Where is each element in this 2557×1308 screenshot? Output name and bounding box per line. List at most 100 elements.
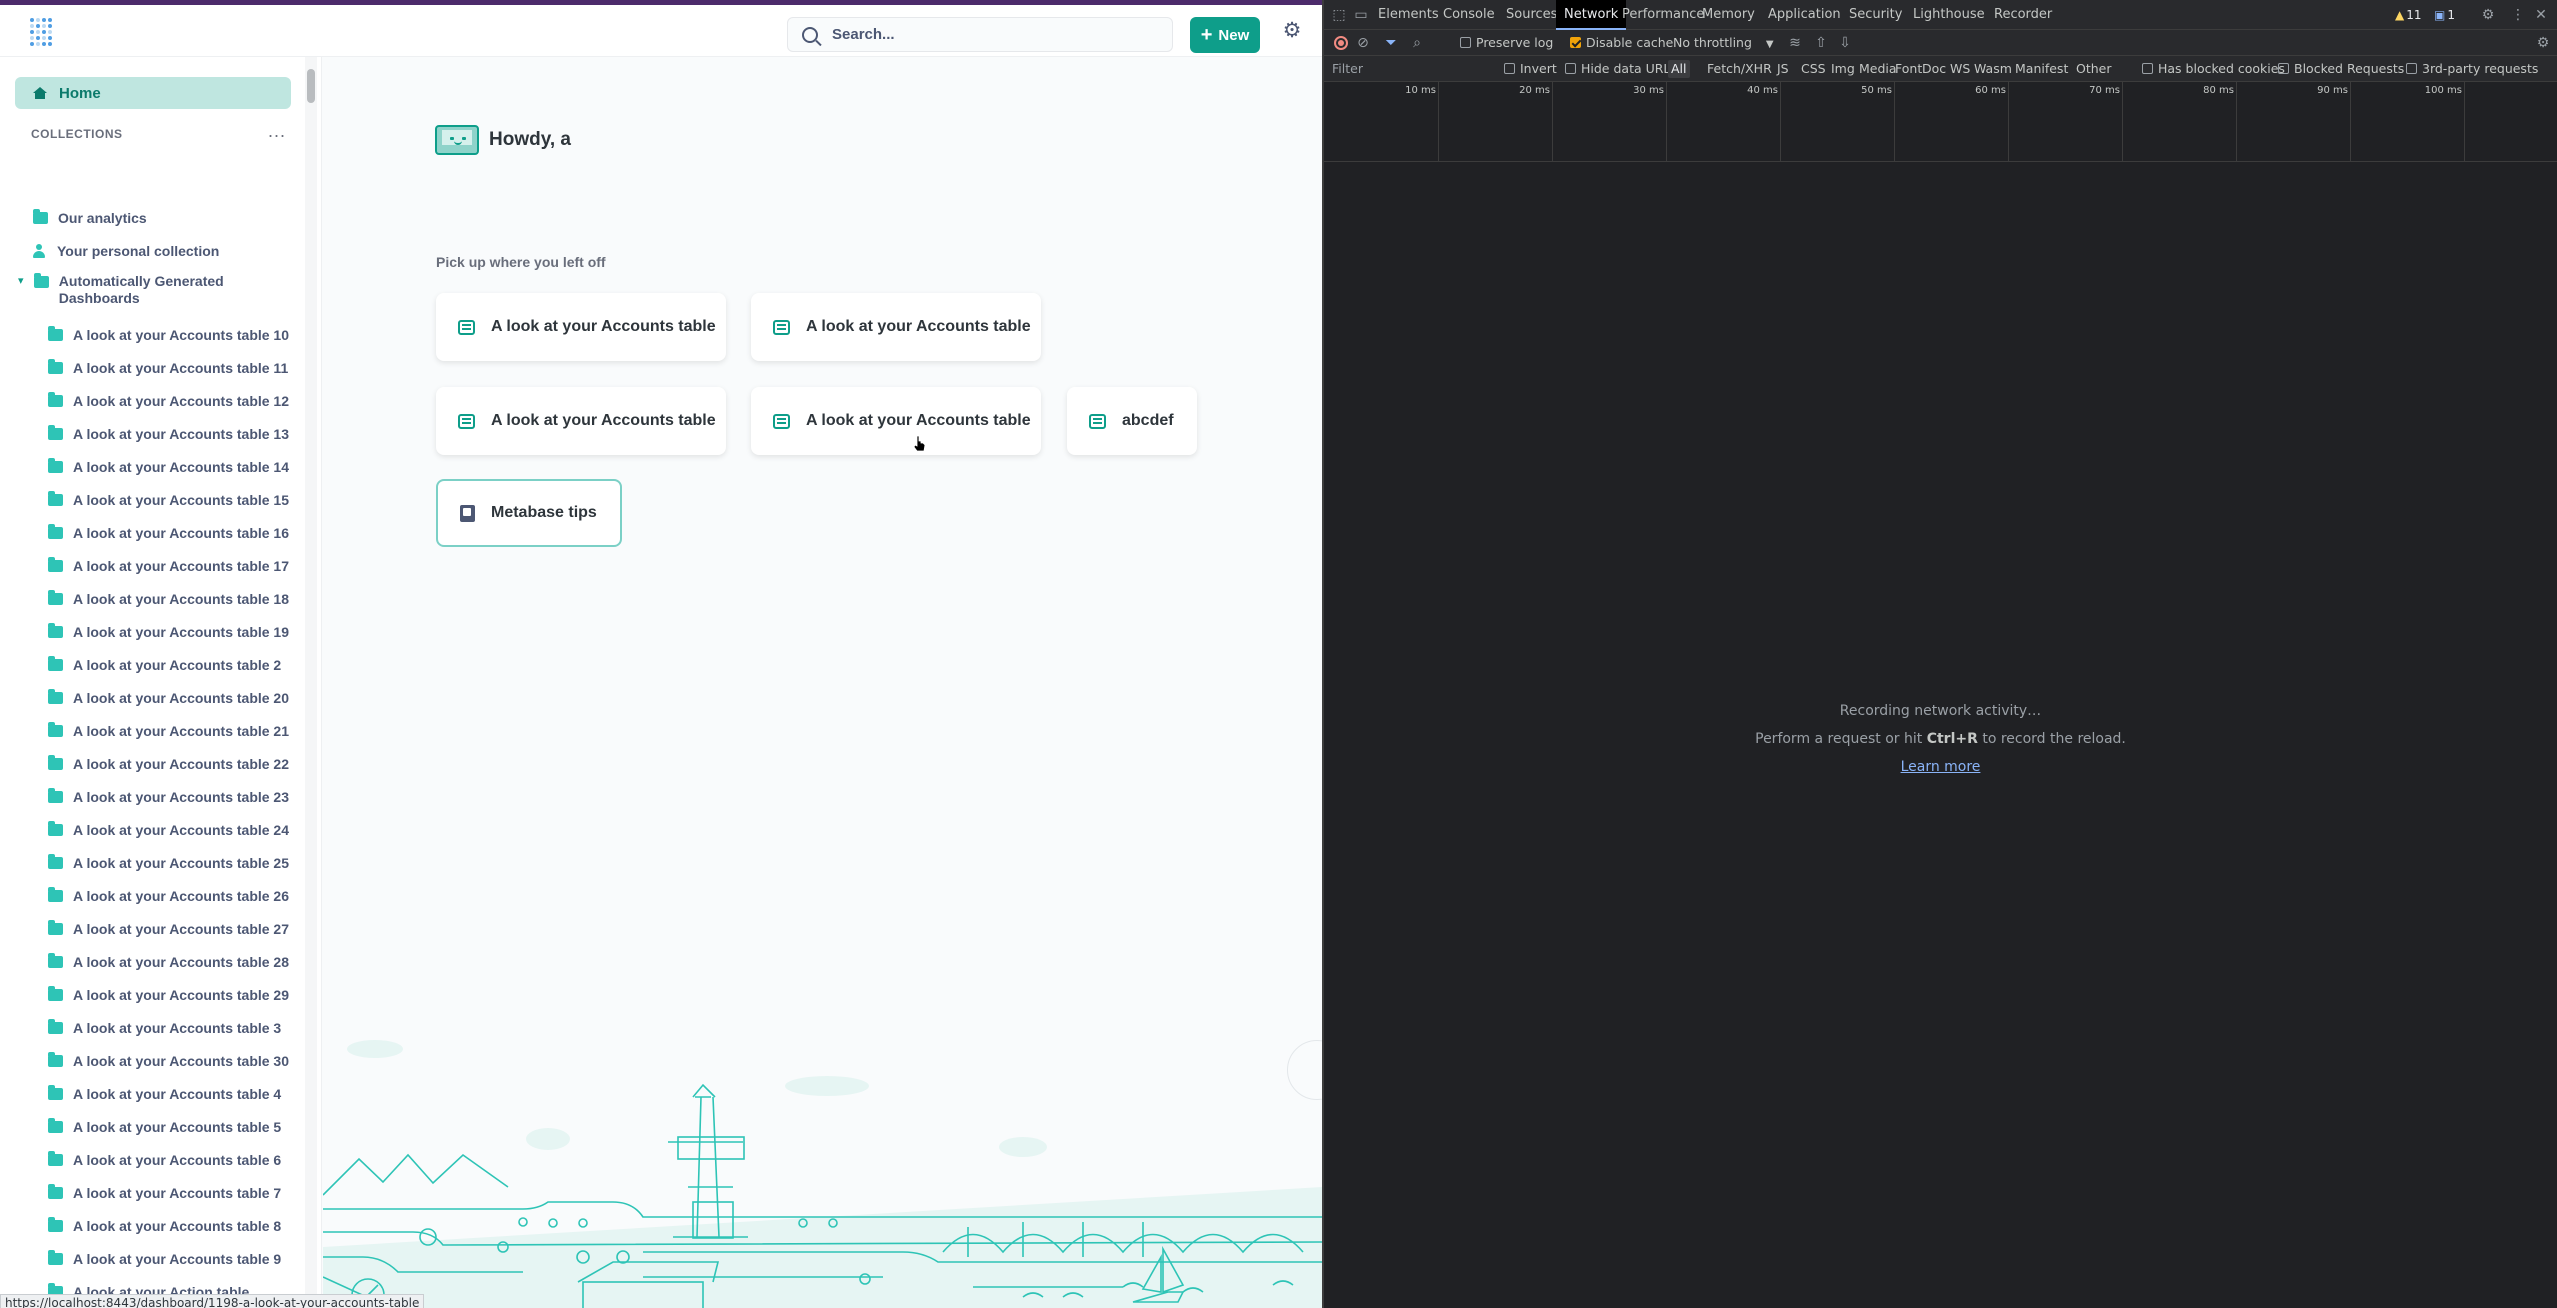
sidebar-dashboard-item[interactable]: A look at your Accounts table 14 — [48, 453, 289, 481]
sidebar-item-label: Your personal collection — [57, 243, 220, 259]
type-filter-wasm[interactable]: Wasm — [1971, 60, 2015, 78]
sidebar-dashboard-item[interactable]: A look at your Accounts table 21 — [48, 717, 289, 745]
reload-shortcut: Ctrl+R — [1926, 731, 1978, 747]
sidebar-scrollbar-thumb[interactable] — [307, 69, 315, 103]
timeline-tick-label: 70 ms — [2089, 85, 2120, 96]
sidebar-dashboard-item[interactable]: A look at your Accounts table 27 — [48, 915, 289, 943]
sidebar-dashboard-item[interactable]: A look at your Accounts table 23 — [48, 783, 289, 811]
chevron-down-icon[interactable]: ▾ — [18, 273, 27, 290]
type-filter-js[interactable]: JS — [1774, 60, 1792, 78]
tab-lighthouse[interactable]: Lighthouse — [1905, 0, 1993, 30]
search-input[interactable]: Search... — [787, 17, 1173, 52]
preserve-log-checkbox[interactable]: Preserve log — [1460, 30, 1553, 56]
sidebar-dashboard-item[interactable]: A look at your Accounts table 8 — [48, 1212, 281, 1240]
sidebar-item-label: A look at your Accounts table 6 — [73, 1152, 282, 1168]
type-filter-other[interactable]: Other — [2073, 60, 2115, 78]
record-icon[interactable] — [1334, 36, 1348, 50]
sidebar-dashboard-item[interactable]: A look at your Accounts table 15 — [48, 486, 289, 514]
sidebar-dashboard-item[interactable]: A look at your Accounts table 17 — [48, 552, 289, 580]
sidebar-dashboard-item[interactable]: A look at your Accounts table 11 — [48, 354, 288, 382]
sidebar-dashboard-item[interactable]: A look at your Accounts table 18 — [48, 585, 289, 613]
sidebar-dashboard-item[interactable]: A look at your Accounts table 24 — [48, 816, 289, 844]
sidebar-dashboard-item[interactable]: A look at your Accounts table 22 — [48, 750, 289, 778]
filter-input[interactable]: Filter — [1332, 60, 1497, 78]
recent-dashboard-card[interactable]: A look at your Accounts table — [436, 387, 726, 455]
export-har-icon[interactable]: ⇩ — [1836, 34, 1854, 52]
sidebar-scrollbar-track[interactable] — [305, 57, 317, 1307]
type-filter-fetch-xhr[interactable]: Fetch/XHR — [1704, 60, 1775, 78]
sidebar-dashboard-item[interactable]: A look at your Accounts table 26 — [48, 882, 289, 910]
type-filter-manifest[interactable]: Manifest — [2012, 60, 2071, 78]
tab-console[interactable]: Console — [1435, 0, 1503, 30]
invert-checkbox[interactable]: Invert — [1504, 56, 1557, 82]
sidebar-item-personal-collection[interactable]: Your personal collection — [33, 237, 219, 265]
sidebar-dashboard-item[interactable]: A look at your Accounts table 28 — [48, 948, 289, 976]
import-har-icon[interactable]: ⇧ — [1812, 34, 1830, 52]
search-icon[interactable]: ⌕ — [1408, 34, 1426, 52]
sidebar-dashboard-item[interactable]: A look at your Accounts table 5 — [48, 1113, 281, 1141]
sidebar-item-label: A look at your Accounts table 18 — [73, 591, 290, 607]
recent-dashboard-card[interactable]: A look at your Accounts table — [751, 293, 1041, 361]
messages-badge[interactable]: ▣ 1 — [2430, 5, 2459, 25]
timeline-tick-label: 10 ms — [1405, 85, 1436, 96]
sidebar-dashboard-item[interactable]: A look at your Accounts table 10 — [48, 321, 289, 349]
type-filter-css[interactable]: CSS — [1798, 60, 1829, 78]
recent-dashboard-card[interactable]: A look at your Accounts table — [751, 387, 1041, 455]
sidebar-dashboard-item[interactable]: A look at your Accounts table 12 — [48, 387, 289, 415]
type-filter-ws[interactable]: WS — [1947, 60, 1973, 78]
network-settings-gear-icon[interactable]: ⚙ — [2534, 34, 2552, 52]
clear-icon[interactable]: ⊘ — [1354, 34, 1372, 52]
inspect-element-icon[interactable]: ⬚ — [1330, 6, 1348, 24]
new-button[interactable]: + New — [1190, 17, 1260, 53]
blocked-requests-checkbox[interactable]: Blocked Requests — [2278, 56, 2404, 82]
sidebar-dashboard-item[interactable]: A look at your Accounts table 30 — [48, 1047, 289, 1075]
sidebar-dashboard-item[interactable]: A look at your Accounts table 7 — [48, 1179, 281, 1207]
gear-icon[interactable]: ⚙ — [1281, 20, 1303, 42]
learn-more-link[interactable]: Learn more — [1901, 759, 1981, 775]
throttling-select[interactable]: No throttling ▼ — [1673, 30, 1774, 56]
type-filter-img[interactable]: Img — [1828, 60, 1858, 78]
network-overview-timeline[interactable]: 10 ms 20 ms 30 ms 40 ms 50 ms 60 ms 70 ms 80 ms… — [1324, 82, 2557, 162]
third-party-requests-checkbox[interactable]: 3rd-party requests — [2406, 56, 2538, 82]
sidebar-item-home[interactable]: Home — [15, 77, 291, 109]
folder-icon — [48, 524, 63, 539]
sidebar-dashboard-item[interactable]: A look at your Accounts table 20 — [48, 684, 289, 712]
warnings-badge[interactable]: ▲ 11 — [2391, 5, 2426, 25]
tab-security[interactable]: Security — [1841, 0, 1910, 30]
sidebar-dashboard-item[interactable]: A look at your Accounts table 4 — [48, 1080, 281, 1108]
network-conditions-icon[interactable]: ≋ — [1786, 34, 1804, 52]
sidebar-dashboard-item[interactable]: A look at your Accounts table 29 — [48, 981, 289, 1009]
type-filter-all[interactable]: All — [1668, 60, 1690, 78]
timeline-tick-label: 20 ms — [1519, 85, 1550, 96]
sidebar-dashboard-item[interactable]: A look at your Accounts table 6 — [48, 1146, 281, 1174]
sidebar-dashboard-item[interactable]: A look at your Accounts table 16 — [48, 519, 289, 547]
sidebar-item-our-analytics[interactable]: Our analytics — [33, 204, 147, 232]
metabase-tips-card[interactable]: Metabase tips — [436, 479, 622, 547]
sidebar-dashboard-item[interactable]: A look at your Accounts table 2 — [48, 651, 281, 679]
tab-recorder[interactable]: Recorder — [1986, 0, 2060, 30]
disable-cache-checkbox[interactable]: Disable cache — [1570, 30, 1673, 56]
device-toolbar-icon[interactable]: ▭ — [1352, 6, 1370, 24]
sidebar-dashboard-item[interactable]: A look at your Accounts table 9 — [48, 1245, 281, 1273]
sidebar-dashboard-item[interactable]: A look at your Accounts table 3 — [48, 1014, 281, 1042]
folder-icon — [48, 689, 63, 704]
metabase-logo[interactable] — [30, 18, 56, 46]
sidebar-dashboard-item[interactable]: A look at your Accounts table 25 — [48, 849, 289, 877]
folder-icon — [48, 1118, 63, 1133]
sidebar-dashboard-item[interactable]: A look at your Accounts table 19 — [48, 618, 289, 646]
sidebar-item-auto-generated-dashboards[interactable]: ▾ Automatically Generated Dashboards — [18, 273, 278, 307]
recent-dashboard-card[interactable]: abcdef — [1067, 387, 1197, 455]
type-filter-doc[interactable]: Doc — [1919, 60, 1949, 78]
hide-data-urls-checkbox[interactable]: Hide data URLs — [1565, 56, 1677, 82]
recent-dashboard-card[interactable]: A look at your Accounts table — [436, 293, 726, 361]
filter-icon[interactable]: ⏷ — [1382, 34, 1400, 52]
settings-gear-icon[interactable]: ⚙ — [2479, 6, 2497, 24]
more-options-icon[interactable]: ⋮ — [2509, 6, 2527, 24]
tab-application[interactable]: Application — [1760, 0, 1849, 30]
has-blocked-cookies-checkbox[interactable]: Has blocked cookies — [2142, 56, 2285, 82]
timeline-tick-label: 100 ms — [2424, 85, 2462, 96]
tab-memory[interactable]: Memory — [1694, 0, 1763, 30]
close-icon[interactable]: ✕ — [2532, 6, 2550, 24]
collections-more-button[interactable]: ... — [268, 121, 286, 142]
sidebar-dashboard-item[interactable]: A look at your Accounts table 13 — [48, 420, 289, 448]
